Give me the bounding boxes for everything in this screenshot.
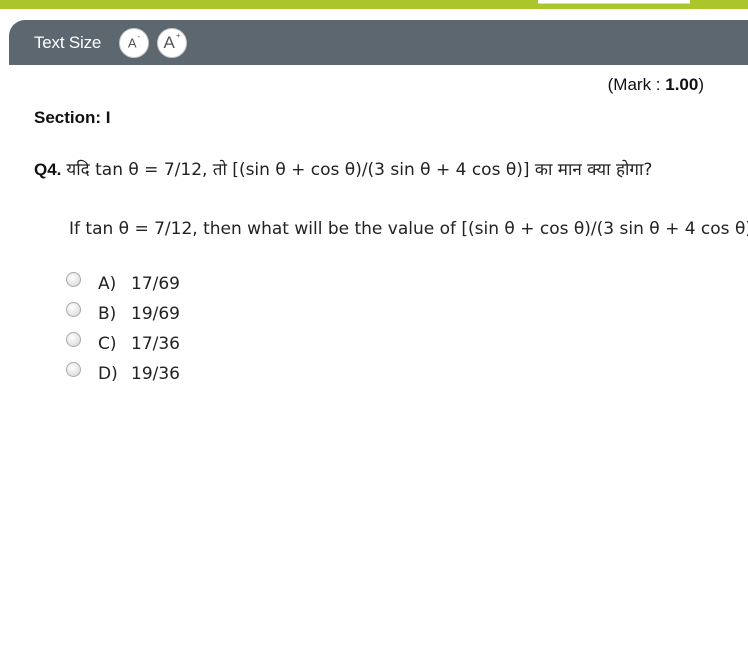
option-value: 17/36: [131, 334, 180, 354]
radio-button[interactable]: [66, 271, 81, 287]
option-c[interactable]: C) 17/36: [66, 331, 180, 355]
option-b[interactable]: B) 19/69: [66, 301, 180, 325]
radio-button[interactable]: [66, 301, 81, 317]
question-number: Q4.: [34, 160, 62, 179]
question-english-text: If tan θ = 7/12, then what will be the v…: [69, 219, 748, 239]
section-label: Section: I: [34, 108, 111, 127]
question-hindi-text: यदि tan θ = 7/12, तो [(sin θ + cos θ)/(3…: [66, 160, 653, 180]
question-toolbar: Text Size A- A+: [9, 20, 748, 65]
text-size-label: Text Size: [34, 33, 102, 52]
option-value: 19/36: [131, 364, 180, 384]
increase-text-size-button[interactable]: A+: [157, 28, 187, 58]
option-value: 19/69: [131, 304, 180, 324]
decrease-text-size-button[interactable]: A-: [119, 28, 149, 58]
top-tab: [538, 0, 690, 4]
font-increase-icon: A+: [163, 31, 181, 52]
font-decrease-icon: A-: [127, 32, 141, 51]
question-hindi: Q4. यदि tan θ = 7/12, तो [(sin θ + cos θ…: [34, 157, 652, 180]
question-mark: (Mark : 1.00): [607, 75, 704, 94]
mark-value: 1.00: [665, 75, 699, 94]
radio-button[interactable]: [66, 361, 81, 377]
option-value: 17/69: [131, 274, 180, 294]
option-d[interactable]: D) 19/36: [66, 361, 180, 385]
option-a[interactable]: A) 17/69: [66, 271, 180, 295]
radio-button[interactable]: [66, 331, 81, 347]
